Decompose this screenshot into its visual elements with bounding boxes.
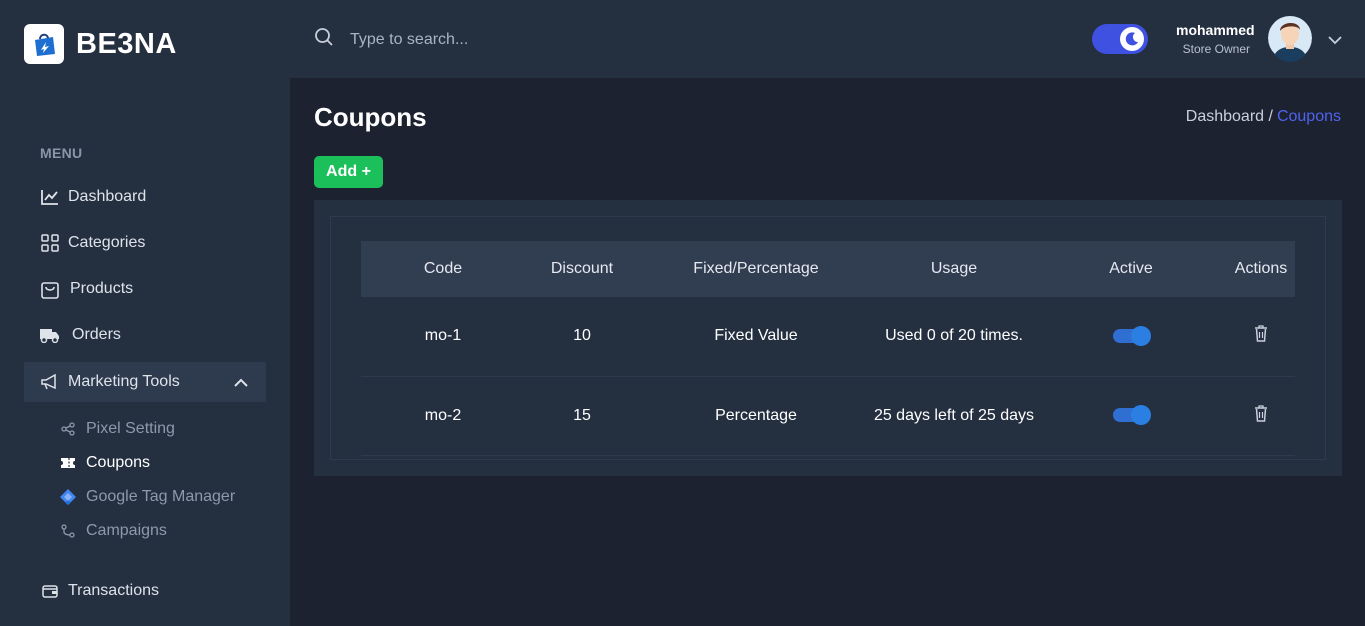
menu-title: MENU — [40, 145, 83, 161]
sidebar-item-label: Marketing Tools — [68, 373, 180, 390]
column-header-actions: Actions — [1234, 260, 1288, 277]
sidebar-item-orders[interactable]: Orders — [24, 315, 266, 355]
search-icon[interactable] — [314, 27, 334, 52]
table-row: mo-1 10 Fixed Value Used 0 of 20 times. — [361, 297, 1295, 376]
active-cell — [1035, 297, 1227, 376]
breadcrumb-dashboard-link[interactable]: Dashboard / — [1186, 108, 1273, 125]
active-cell — [1035, 376, 1227, 455]
page-title: Coupons — [314, 102, 427, 132]
chevron-down-icon[interactable] — [1328, 32, 1342, 50]
coupon-type: Fixed Value — [714, 327, 798, 345]
coupon-code: mo-1 — [424, 327, 462, 345]
active-toggle[interactable] — [1113, 405, 1151, 426]
sidebar-subitem-campaigns[interactable]: Campaigns — [58, 517, 167, 545]
column-header-type: Fixed/Percentage — [693, 260, 819, 277]
breadcrumb-current: Coupons — [1276, 108, 1341, 125]
top-header: mohammed Store Owner — [290, 0, 1365, 78]
sidebar-item-categories[interactable]: Categories — [24, 223, 266, 263]
sidebar-subitem-pixel-setting[interactable]: Pixel Setting — [58, 415, 175, 443]
coupon-discount: 15 — [573, 406, 591, 424]
user-role: Store Owner — [1182, 42, 1250, 56]
sidebar-item-label: Categories — [68, 234, 146, 251]
table-row: mo-2 15 Percentage 25 days left of 25 da… — [361, 376, 1295, 455]
coupon-type: Percentage — [715, 406, 797, 424]
ticket-icon — [58, 453, 78, 473]
sidebar-item-products[interactable]: Products — [24, 269, 266, 309]
shopping-bag-logo-icon — [35, 33, 55, 56]
actions-cell — [1227, 297, 1295, 376]
search-input[interactable] — [350, 27, 650, 52]
coupons-card: Code Discount Fixed/Percentage Usage Act… — [314, 200, 1342, 476]
add-coupon-button[interactable]: Add + — [314, 156, 383, 188]
brand[interactable]: BE3NA — [24, 24, 177, 64]
dark-mode-toggle[interactable] — [1092, 24, 1148, 54]
avatar[interactable] — [1268, 14, 1312, 62]
shopping-bag-icon — [40, 279, 60, 299]
sidebar-item-label: Transactions — [68, 582, 159, 599]
coupons-table: Code Discount Fixed/Percentage Usage Act… — [361, 241, 1295, 456]
megaphone-icon — [40, 372, 60, 392]
sidebar-subitem-google-tag-manager[interactable]: Google Tag Manager — [58, 483, 235, 511]
active-toggle[interactable] — [1113, 326, 1151, 347]
chevron-up-icon[interactable] — [234, 374, 248, 392]
chart-line-icon — [40, 187, 60, 207]
coupon-discount: 10 — [573, 327, 591, 345]
sidebar-item-dashboard[interactable]: Dashboard — [24, 177, 266, 217]
brand-logo — [24, 24, 64, 64]
coupon-usage: Used 0 of 20 times. — [885, 327, 1023, 345]
brand-name: BE3NA — [76, 27, 177, 60]
truck-icon — [40, 325, 60, 345]
user-info[interactable]: mohammed Store Owner — [1176, 22, 1255, 56]
sidebar-subitem-label: Google Tag Manager — [86, 488, 236, 505]
sidebar-item-marketing-tools[interactable]: Marketing Tools — [24, 362, 266, 402]
sidebar-item-label: Orders — [72, 326, 121, 343]
column-header-code: Code — [423, 260, 463, 277]
column-header-usage: Usage — [930, 260, 978, 277]
sidebar-subitem-coupons[interactable]: Coupons — [58, 449, 150, 477]
moon-icon — [1120, 27, 1144, 51]
trash-icon[interactable] — [1254, 404, 1268, 427]
route-icon — [58, 521, 78, 541]
sidebar-item-transactions[interactable]: Transactions — [24, 571, 266, 611]
column-header-active: Active — [1109, 260, 1153, 277]
sidebar-item-label: Dashboard — [68, 188, 147, 205]
wallet-icon — [40, 581, 60, 601]
sidebar-subitem-label: Coupons — [86, 454, 151, 471]
grid-icon — [40, 233, 60, 253]
sidebar-subitem-label: Campaigns — [86, 522, 167, 539]
coupon-code: mo-2 — [424, 406, 462, 424]
sidebar-item-label: Products — [70, 280, 134, 297]
sidebar-subitem-label: Pixel Setting — [86, 420, 175, 437]
sidebar: BE3NA MENU Dashboard Categories Products… — [0, 0, 290, 626]
table-header-row: Code Discount Fixed/Percentage Usage Act… — [361, 241, 1295, 297]
coupons-card-inner: Code Discount Fixed/Percentage Usage Act… — [330, 216, 1326, 460]
user-name: mohammed — [1176, 22, 1255, 38]
share-nodes-icon — [58, 419, 78, 439]
breadcrumb: Dashboard / Coupons — [1186, 108, 1341, 126]
actions-cell — [1227, 376, 1295, 455]
column-header-discount: Discount — [550, 260, 614, 277]
trash-icon[interactable] — [1254, 325, 1268, 347]
google-tag-manager-icon — [58, 487, 78, 507]
coupon-usage: 25 days left of 25 days — [873, 406, 1035, 424]
search-bar — [314, 27, 650, 52]
